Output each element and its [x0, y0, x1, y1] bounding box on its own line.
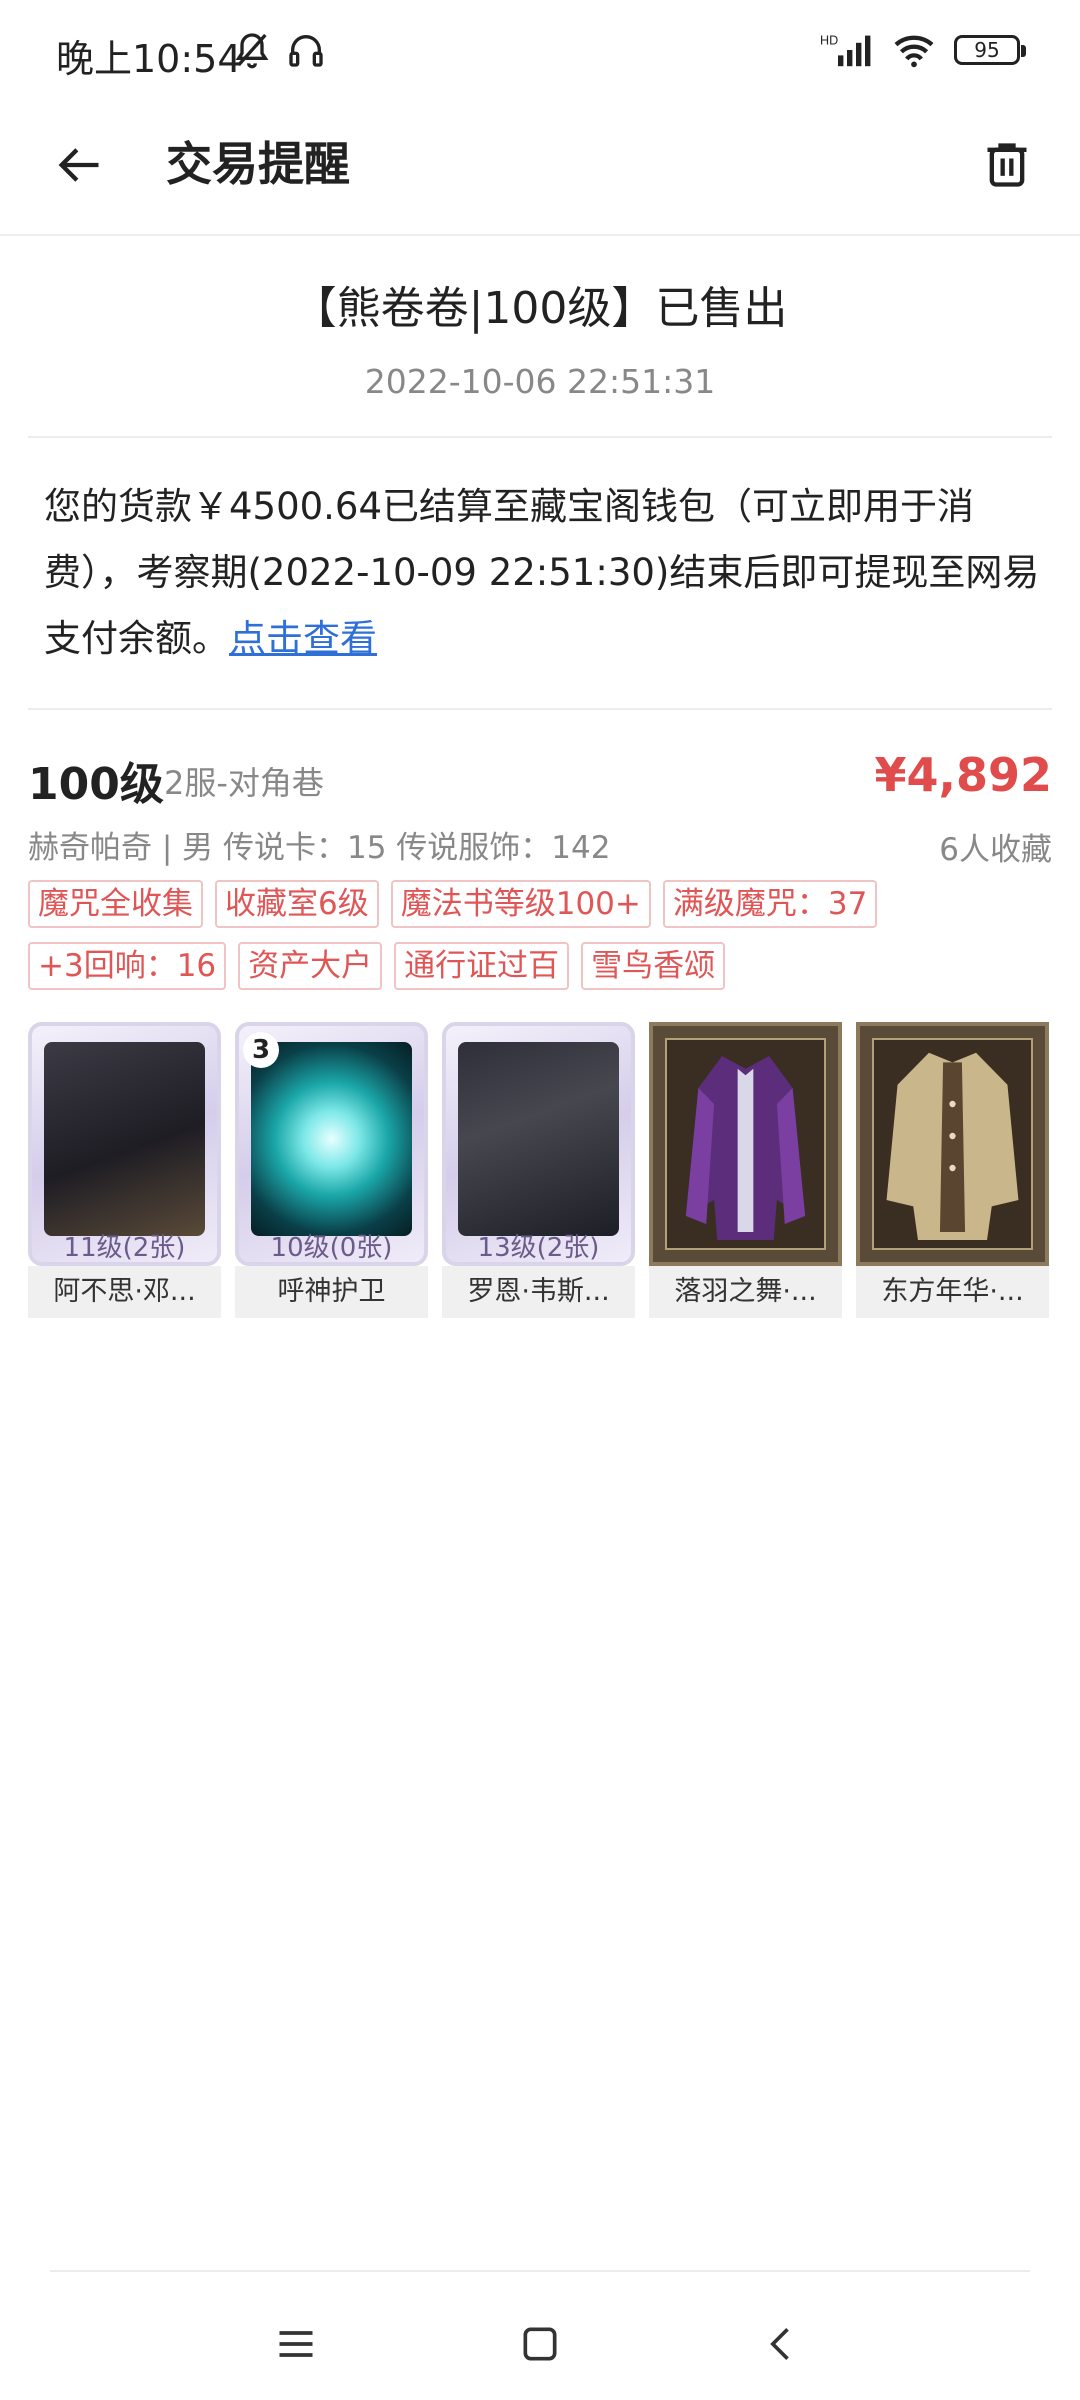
card-count-badge: 3: [243, 1032, 279, 1068]
item-card-5[interactable]: 东方年华·...: [856, 1022, 1049, 1318]
tag: 通行证过百: [394, 942, 570, 990]
menu-button[interactable]: [266, 2314, 326, 2374]
tag: +3回响：16: [28, 942, 227, 990]
home-icon: [523, 2327, 557, 2361]
status-bar: 晚上10:54 HD 95: [0, 0, 1080, 100]
card-level: 11级(2张): [63, 1233, 186, 1263]
card-artwork: [458, 1042, 619, 1236]
item-label: 东方年华·...: [856, 1266, 1049, 1318]
tag: 魔法书等级100+: [390, 880, 651, 928]
message-time: 2022-10-06 22:51:31: [364, 362, 716, 401]
card-level: 10级(0张): [270, 1233, 393, 1263]
headphones-icon: [289, 35, 323, 67]
divider: [28, 708, 1052, 710]
svg-text:HD: HD: [820, 34, 838, 48]
tag: 魔咒全收集: [28, 880, 203, 928]
outfit-icon: [685, 1056, 806, 1240]
message-title: 【熊卷卷|100级】已售出: [292, 283, 788, 334]
outfit-image: [649, 1022, 842, 1266]
item-card-3[interactable]: 13级(2张) 罗恩·韦斯...: [442, 1022, 635, 1318]
battery-level: 95: [974, 38, 1000, 62]
home-button[interactable]: [510, 2314, 570, 2374]
system-back-button[interactable]: [752, 2314, 812, 2374]
tag: 满级魔咒：37: [662, 880, 878, 928]
item-label: 罗恩·韦斯...: [442, 1266, 635, 1318]
item-list: 11级(2张) 阿不思·邓... 3 10级(0张) 呼神护卫 13级(2张) …: [28, 1022, 1049, 1318]
tag: 资产大户: [238, 942, 383, 990]
server-name: 2服-对角巷: [164, 764, 324, 802]
card-level: 13级(2张): [477, 1233, 600, 1263]
trash-icon: [987, 143, 1027, 187]
item-label: 阿不思·邓...: [28, 1266, 221, 1318]
account-level: 100级: [28, 759, 164, 810]
card-image: 11级(2张): [28, 1022, 221, 1266]
item-label: 呼神护卫: [235, 1266, 428, 1318]
back-icon: [770, 2328, 789, 2360]
bell-off-icon: [235, 33, 269, 69]
arrow-left-icon: [58, 148, 99, 182]
card-image: 13级(2张): [442, 1022, 635, 1266]
card-image: 3 10级(0张): [235, 1022, 428, 1266]
tag: 收藏室6级: [215, 880, 379, 928]
tag-list: 魔咒全收集 收藏室6级 魔法书等级100+ 满级魔咒：37 +3回响：16 资产…: [28, 880, 1058, 990]
view-details-link[interactable]: 点击查看: [229, 617, 377, 660]
card-artwork: [44, 1042, 205, 1236]
wifi-icon: [894, 35, 934, 68]
app-header: 交易提醒: [0, 100, 1080, 236]
tag: 雪鸟香颂: [581, 942, 726, 990]
status-time: 晚上10:54: [56, 37, 242, 81]
back-button[interactable]: [44, 130, 114, 200]
outfit-icon: [886, 1052, 1019, 1240]
system-nav-bar: [0, 2270, 1080, 2400]
price: ¥4,892: [874, 748, 1052, 802]
page-title: 交易提醒: [166, 137, 350, 191]
card-artwork: [251, 1042, 412, 1236]
message-body: 您的货款￥4500.64已结算至藏宝阁钱包（可立即用于消费），考察期(2022-…: [44, 474, 1044, 672]
battery-icon: 95: [954, 35, 1026, 65]
status-icons-left: [232, 30, 326, 70]
menu-icon: [279, 2331, 313, 2357]
divider: [28, 436, 1052, 438]
favorites-count: 6人收藏: [939, 832, 1052, 868]
outfit-image: [856, 1022, 1049, 1266]
item-card-4[interactable]: 落羽之舞·...: [649, 1022, 842, 1318]
item-card-2[interactable]: 3 10级(0张) 呼神护卫: [235, 1022, 428, 1318]
message-text: 您的货款￥4500.64已结算至藏宝阁钱包（可立即用于消费），考察期(2022-…: [44, 485, 1040, 660]
status-icons-right: HD 95: [820, 32, 1026, 68]
item-card-1[interactable]: 11级(2张) 阿不思·邓...: [28, 1022, 221, 1318]
role-info: 赫奇帕奇 | 男 传说卡：15 传说服饰：142: [28, 830, 611, 866]
signal-icon: HD: [820, 34, 871, 67]
delete-button[interactable]: [972, 130, 1042, 200]
item-label: 落羽之舞·...: [649, 1266, 842, 1318]
